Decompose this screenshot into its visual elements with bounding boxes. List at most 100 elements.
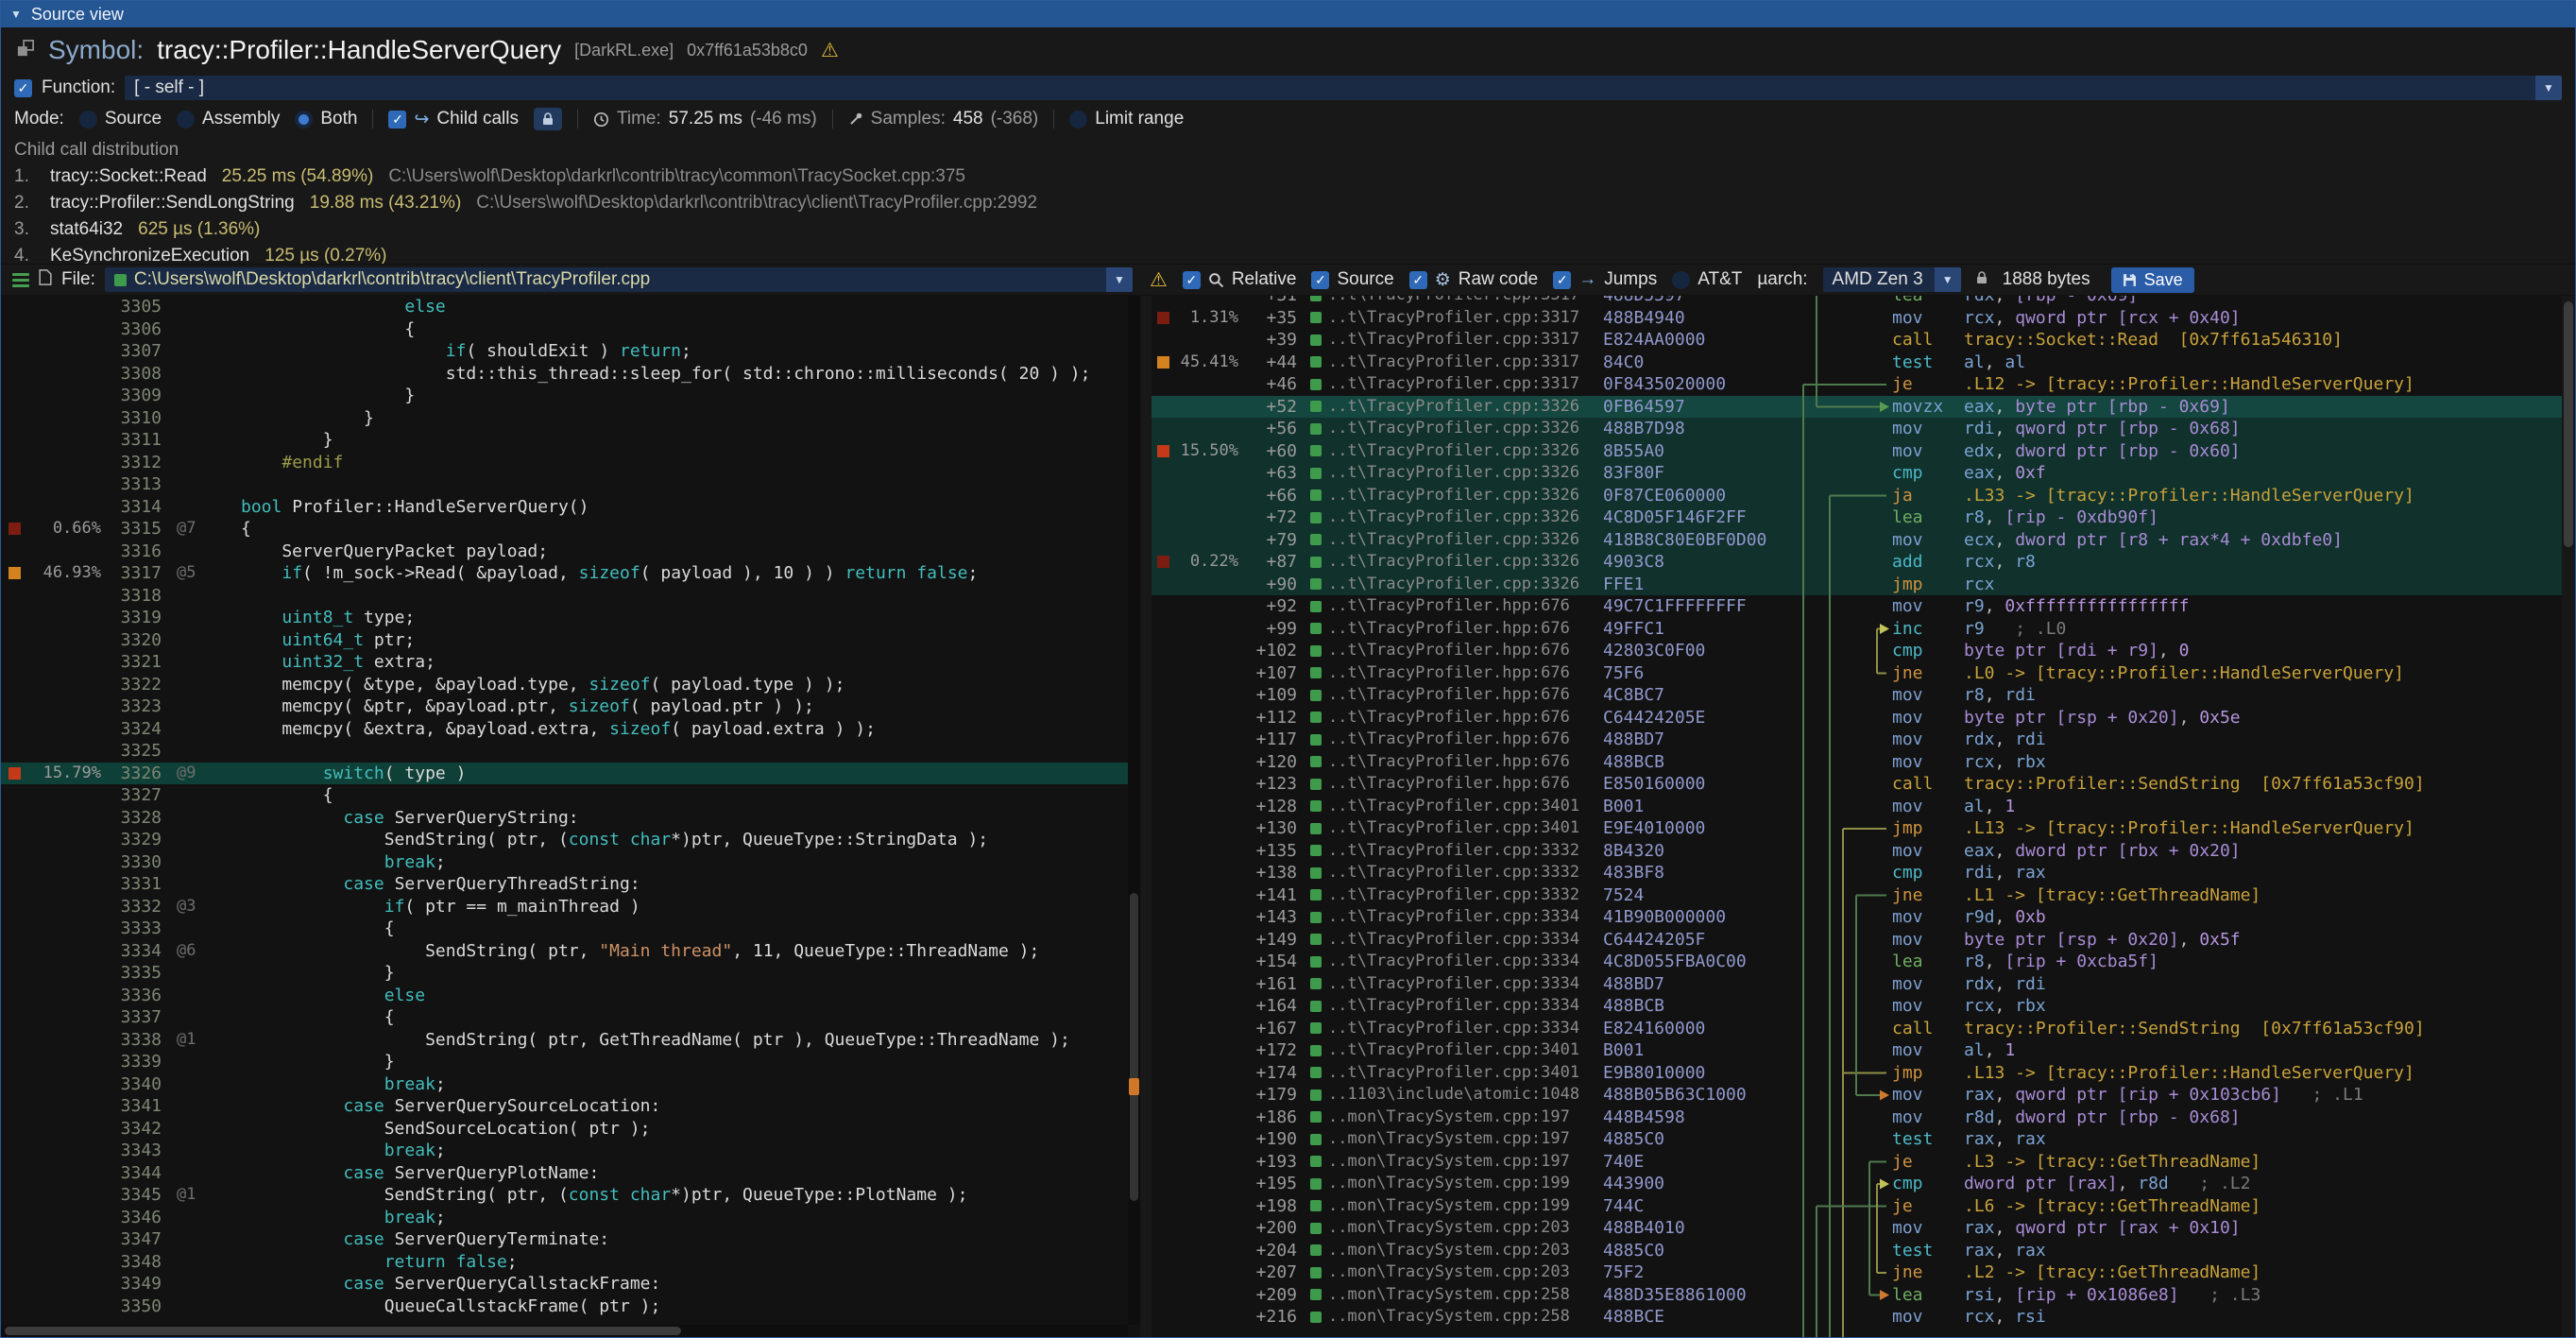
- source-line[interactable]: 3327 {: [1, 784, 1128, 807]
- source-line[interactable]: 3346 break;: [1, 1207, 1128, 1229]
- asm-row[interactable]: +172..t\TracyProfiler.cpp:3401B001moval,…: [1152, 1039, 2562, 1062]
- asm-row[interactable]: +92..t\TracyProfiler.hpp:67649C7C1FFFFFF…: [1152, 595, 2562, 618]
- child-calls-checkbox[interactable]: ✓: [388, 111, 406, 129]
- relative-toggle[interactable]: ✓Relative: [1183, 269, 1297, 290]
- file-combo[interactable]: C:\Users\wolf\Desktop\darkrl\contrib\tra…: [105, 267, 1133, 292]
- mode-option-both[interactable]: Both: [295, 109, 357, 129]
- uarch-combo[interactable]: AMD Zen 3▼: [1823, 267, 1961, 292]
- source-line[interactable]: 3341 case ServerQuerySourceLocation:: [1, 1095, 1128, 1118]
- window-scrollbar[interactable]: [2562, 296, 2575, 1337]
- source-line[interactable]: 3334@6 SendString( ptr, "Main thread", 1…: [1, 940, 1128, 963]
- source-line[interactable]: 3316 ServerQueryPacket payload;: [1, 540, 1128, 563]
- mode-option-source[interactable]: Source: [79, 109, 162, 129]
- asm-row[interactable]: +193..mon\TracySystem.cpp:197740Eje.L3 -…: [1152, 1151, 2562, 1174]
- asm-row[interactable]: +200..mon\TracySystem.cpp:203488B4010mov…: [1152, 1217, 2562, 1240]
- lock-button[interactable]: [534, 108, 562, 130]
- source-line[interactable]: 3312 #endif: [1, 452, 1128, 474]
- source-line[interactable]: 3340 break;: [1, 1073, 1128, 1096]
- source-line[interactable]: 3323 memcpy( &ptr, &payload.ptr, sizeof(…: [1, 695, 1128, 718]
- asm-row[interactable]: +138..t\TracyProfiler.cpp:3332483BF8cmpr…: [1152, 862, 2562, 884]
- asm-row[interactable]: +63..t\TracyProfiler.cpp:332683F80Fcmpea…: [1152, 462, 2562, 485]
- source-checkbox[interactable]: ✓: [1311, 271, 1329, 289]
- asm-row[interactable]: +123..t\TracyProfiler.hpp:676E850160000c…: [1152, 773, 2562, 796]
- source-line[interactable]: 3321 uint32_t extra;: [1, 651, 1128, 674]
- source-line[interactable]: 3320 uint64_t ptr;: [1, 629, 1128, 652]
- asm-row[interactable]: +79..t\TracyProfiler.cpp:3326418B8C80E0B…: [1152, 529, 2562, 552]
- source-line[interactable]: 3342 SendSourceLocation( ptr );: [1, 1118, 1128, 1141]
- asm-row[interactable]: +141..t\TracyProfiler.cpp:33327524jne.L1…: [1152, 884, 2562, 907]
- source-line[interactable]: 3314bool Profiler::HandleServerQuery(): [1, 496, 1128, 519]
- child-call-row[interactable]: 1.tracy::Socket::Read25.25 ms (54.89%)C:…: [14, 163, 2562, 190]
- asm-row[interactable]: +66..t\TracyProfiler.cpp:33260F87CE06000…: [1152, 485, 2562, 507]
- limit-range-toggle[interactable]: Limit range: [1069, 109, 1184, 129]
- raw-code-checkbox[interactable]: ✓: [1409, 271, 1427, 289]
- asm-row[interactable]: +31..t\TracyProfiler.cpp:3317488D5597lea…: [1152, 296, 2562, 307]
- asm-row[interactable]: +99..t\TracyProfiler.hpp:67649FFC1incr9 …: [1152, 618, 2562, 641]
- asm-row[interactable]: 0.22%+87..t\TracyProfiler.cpp:33264903C8…: [1152, 551, 2562, 574]
- asm-row[interactable]: +186..mon\TracySystem.cpp:197448B4598mov…: [1152, 1106, 2562, 1129]
- radio-assembly[interactable]: [177, 111, 195, 129]
- source-line[interactable]: 3318: [1, 585, 1128, 608]
- asm-row[interactable]: +135..t\TracyProfiler.cpp:33328B4320move…: [1152, 840, 2562, 863]
- asm-row[interactable]: +161..t\TracyProfiler.cpp:3334488BD7movr…: [1152, 973, 2562, 996]
- att-toggle[interactable]: AT&T: [1672, 269, 1742, 290]
- source-line[interactable]: 3339 }: [1, 1051, 1128, 1073]
- scrollbar-thumb[interactable]: [5, 1327, 681, 1335]
- source-line[interactable]: 3332@3 if( ptr == m_mainThread ): [1, 896, 1128, 918]
- scrollbar-thumb[interactable]: [2564, 301, 2573, 547]
- asm-row[interactable]: +130..t\TracyProfiler.cpp:3401E9E4010000…: [1152, 817, 2562, 840]
- source-line[interactable]: 3328 case ServerQueryString:: [1, 807, 1128, 830]
- asm-row[interactable]: +190..mon\TracySystem.cpp:1974885C0testr…: [1152, 1128, 2562, 1151]
- asm-row[interactable]: +109..t\TracyProfiler.hpp:6764C8BC7movr8…: [1152, 684, 2562, 707]
- source-line[interactable]: 3329 SendString( ptr, (const char*)ptr, …: [1, 829, 1128, 851]
- jumps-toggle[interactable]: ✓→Jumps: [1553, 269, 1657, 290]
- att-radio[interactable]: [1672, 271, 1690, 289]
- asm-row[interactable]: +56..t\TracyProfiler.cpp:3326488B7D98mov…: [1152, 418, 2562, 440]
- asm-row[interactable]: +195..mon\TracySystem.cpp:199443900cmpdw…: [1152, 1173, 2562, 1195]
- asm-row[interactable]: +39..t\TracyProfiler.cpp:3317E824AA0000c…: [1152, 329, 2562, 352]
- asm-row[interactable]: 15.50%+60..t\TracyProfiler.cpp:33268B55A…: [1152, 440, 2562, 463]
- child-call-row[interactable]: 4.KeSynchronizeExecution125 µs (0.27%): [14, 243, 2562, 264]
- function-checkbox[interactable]: ✓: [14, 79, 32, 97]
- relative-checkbox[interactable]: ✓: [1183, 271, 1201, 289]
- asm-row[interactable]: +209..mon\TracySystem.cpp:258488D35E8861…: [1152, 1284, 2562, 1307]
- asm-row[interactable]: +143..t\TracyProfiler.cpp:333441B90B0000…: [1152, 906, 2562, 929]
- source-line[interactable]: 3343 break;: [1, 1140, 1128, 1162]
- raw-code-toggle[interactable]: ✓⚙Raw code: [1409, 269, 1539, 291]
- source-line[interactable]: 3305 else: [1, 296, 1128, 318]
- jumps-checkbox[interactable]: ✓: [1553, 271, 1571, 289]
- asm-row[interactable]: +179..1103\include\atomic:1048488B05B63C…: [1152, 1084, 2562, 1106]
- source-line[interactable]: 3308 std::this_thread::sleep_for( std::c…: [1, 363, 1128, 386]
- source-line[interactable]: 0.66%3315@7{: [1, 518, 1128, 540]
- source-line[interactable]: 3309 }: [1, 385, 1128, 407]
- source-line[interactable]: 3350 QueueCallstackFrame( ptr );: [1, 1295, 1128, 1318]
- source-line[interactable]: 3331 case ServerQueryThreadString:: [1, 873, 1128, 896]
- source-line[interactable]: 3313: [1, 473, 1128, 496]
- asm-row[interactable]: +149..t\TracyProfiler.cpp:3334C64424205F…: [1152, 929, 2562, 952]
- source-line[interactable]: 3307 if( shouldExit ) return;: [1, 340, 1128, 363]
- child-call-row[interactable]: 2.tracy::Profiler::SendLongString19.88 m…: [14, 190, 2562, 216]
- radio-source[interactable]: [79, 111, 97, 129]
- scrollbar-thumb[interactable]: [1130, 893, 1138, 1202]
- asm-row[interactable]: +102..t\TracyProfiler.hpp:67642803C0F00c…: [1152, 640, 2562, 662]
- asm-row[interactable]: +164..t\TracyProfiler.cpp:3334488BCBmovr…: [1152, 995, 2562, 1018]
- source-line[interactable]: 3348 return false;: [1, 1251, 1128, 1274]
- asm-row[interactable]: +128..t\TracyProfiler.cpp:3401B001moval,…: [1152, 796, 2562, 818]
- source-files-icon[interactable]: [12, 273, 29, 287]
- asm-row[interactable]: +154..t\TracyProfiler.cpp:33344C8D055FBA…: [1152, 951, 2562, 973]
- source-line[interactable]: 3336 else: [1, 985, 1128, 1007]
- child-call-row[interactable]: 3.stat64i32625 µs (1.36%): [14, 216, 2562, 243]
- source-line[interactable]: 3345@1 SendString( ptr, (const char*)ptr…: [1, 1184, 1128, 1207]
- asm-row[interactable]: +72..t\TracyProfiler.cpp:33264C8D05F146F…: [1152, 506, 2562, 529]
- source-toggle[interactable]: ✓Source: [1311, 269, 1393, 290]
- source-line[interactable]: 3344 case ServerQueryPlotName:: [1, 1162, 1128, 1185]
- collapse-icon[interactable]: ▼: [10, 8, 22, 21]
- save-button[interactable]: Save: [2111, 267, 2194, 293]
- source-line[interactable]: 3306 {: [1, 318, 1128, 341]
- source-line[interactable]: 3310 }: [1, 407, 1128, 430]
- asm-row[interactable]: +46..t\TracyProfiler.cpp:33170F843502000…: [1152, 373, 2562, 396]
- asm-row[interactable]: +167..t\TracyProfiler.cpp:3334E824160000…: [1152, 1018, 2562, 1040]
- radio-both[interactable]: [295, 111, 313, 129]
- asm-row[interactable]: +198..mon\TracySystem.cpp:199744Cje.L6 -…: [1152, 1195, 2562, 1218]
- source-vertical-scrollbar[interactable]: [1128, 296, 1140, 1325]
